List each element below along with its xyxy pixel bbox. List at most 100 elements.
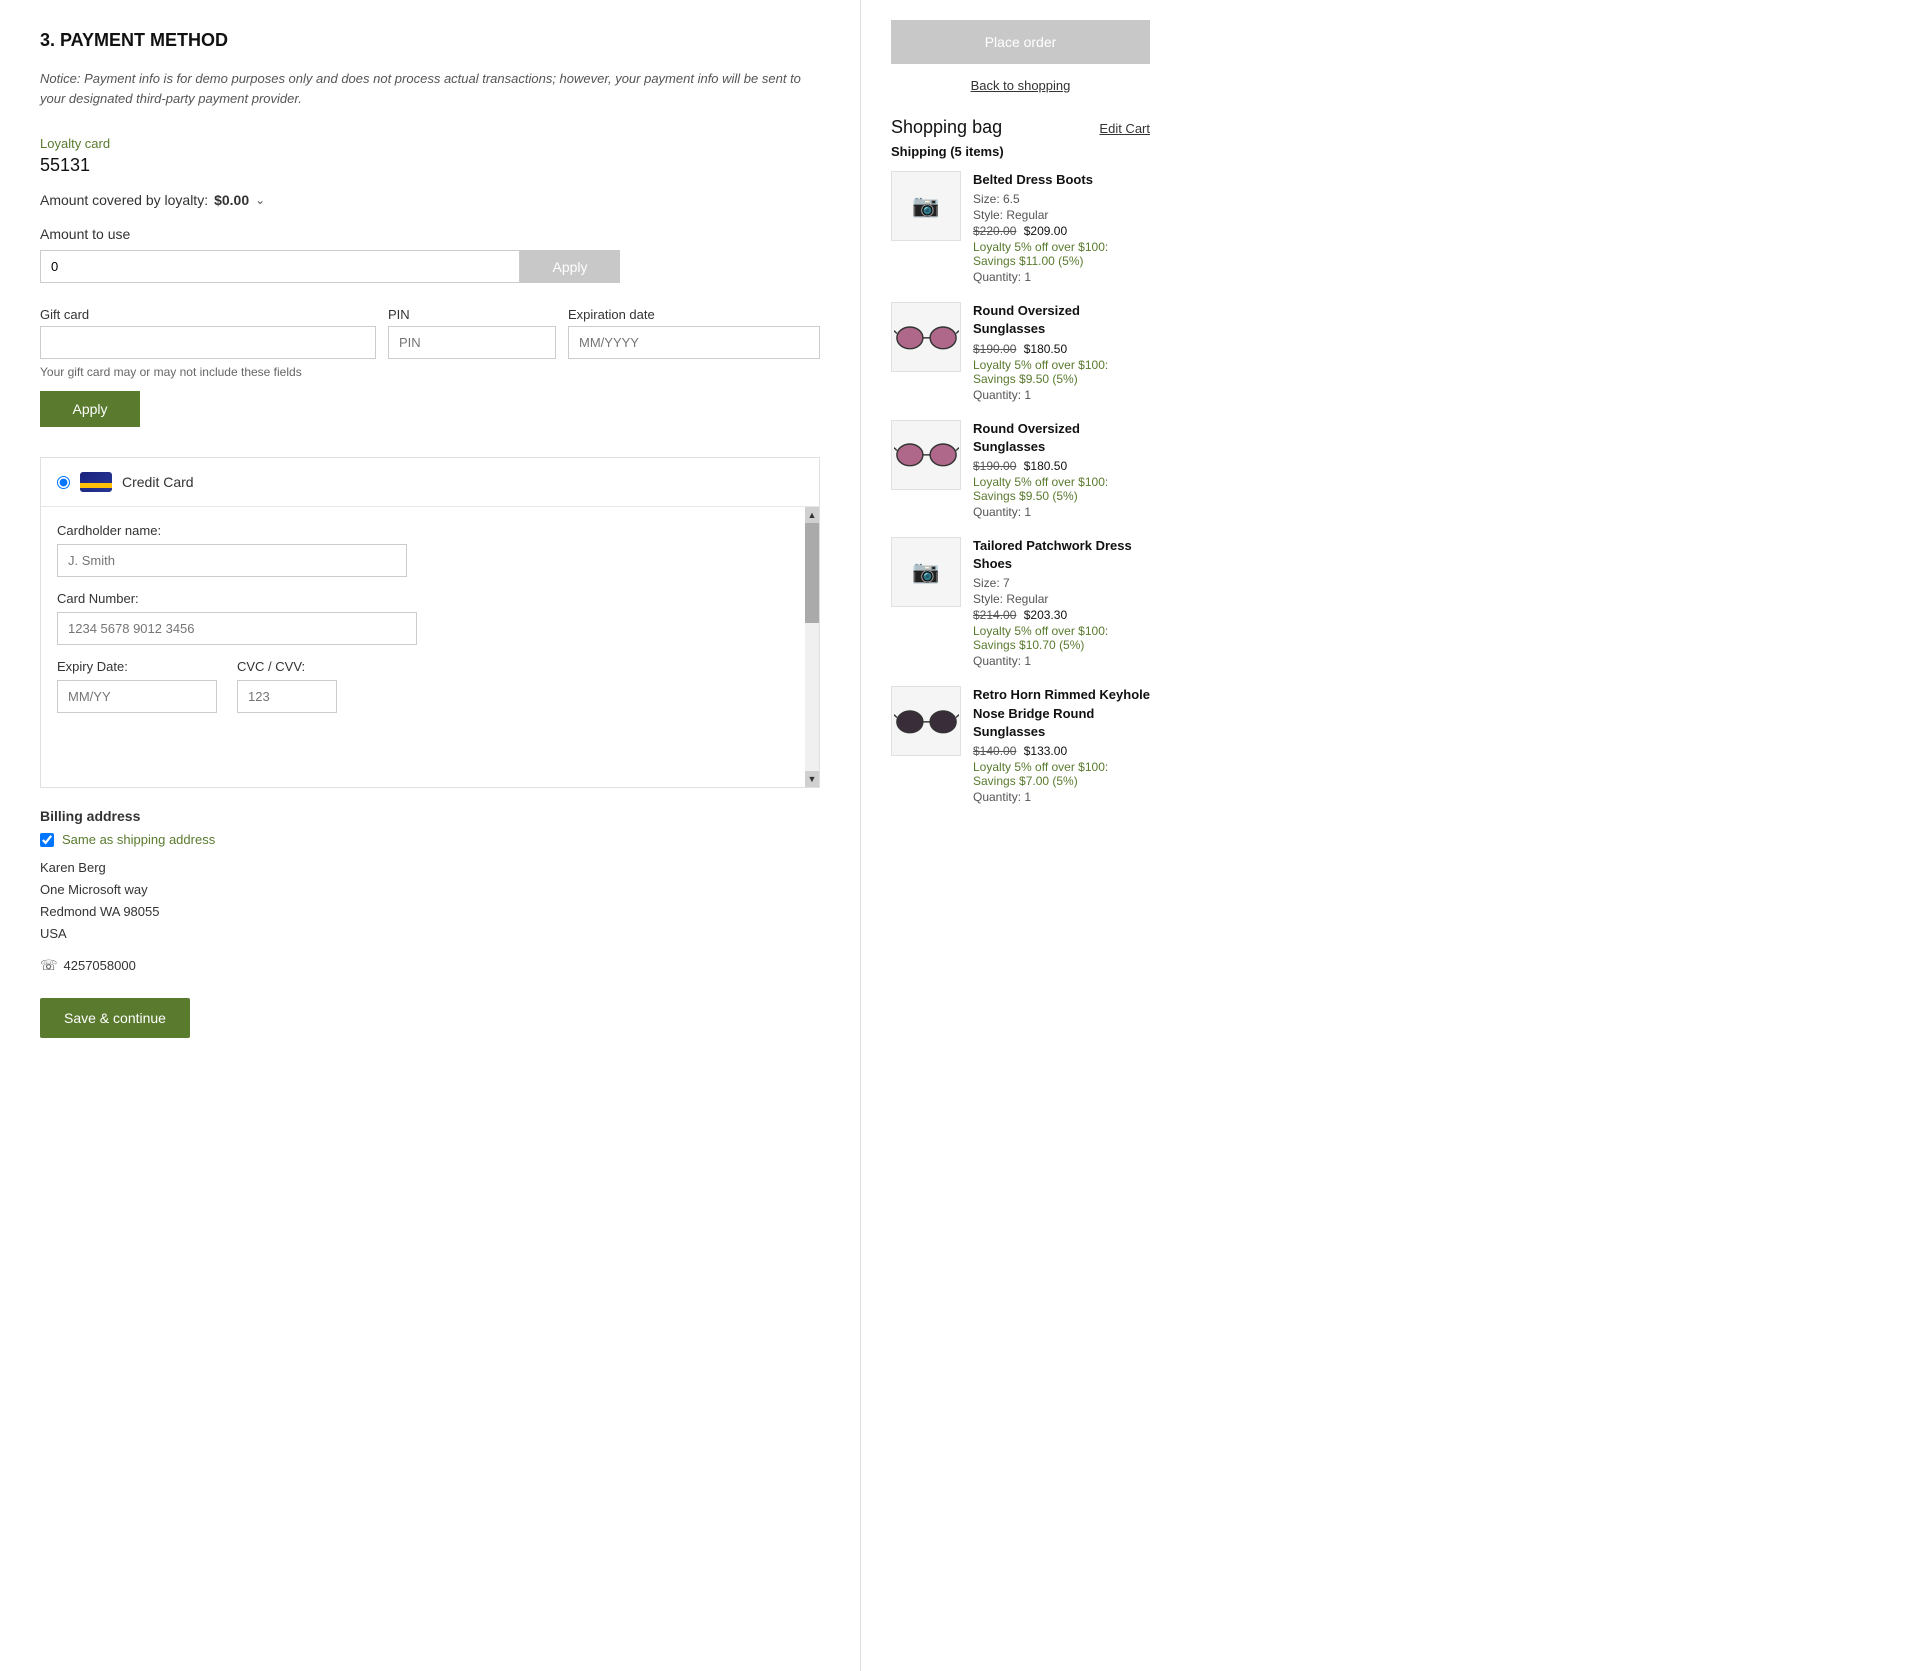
item-style: Style: Regular [973, 592, 1150, 606]
card-number-group: Card Number: [57, 591, 789, 645]
amount-to-use-input[interactable] [40, 250, 520, 283]
gift-card-row: Gift card PIN Expiration date [40, 307, 820, 359]
amount-covered-value: $0.00 [214, 192, 249, 208]
loyalty-savings: Loyalty 5% off over $100: Savings $9.50 … [973, 475, 1150, 503]
billing-address-line1: One Microsoft way [40, 879, 820, 901]
gift-card-expiry-field: Expiration date [568, 307, 820, 359]
scroll-up-button[interactable]: ▲ [805, 507, 819, 523]
pin-input[interactable] [388, 326, 556, 359]
sale-price: $203.30 [1024, 608, 1067, 622]
cart-items-list: 📷 Belted Dress Boots Size: 6.5 Style: Reg… [891, 171, 1150, 804]
item-size: Size: 6.5 [973, 192, 1150, 206]
cart-item: 📷 Tailored Patchwork Dress Shoes Size: 7… [891, 537, 1150, 668]
cardholder-label: Cardholder name: [57, 523, 789, 538]
item-image [891, 686, 961, 756]
cart-item: Round Oversized Sunglasses $190.00 $180.… [891, 302, 1150, 401]
amount-covered-row: Amount covered by loyalty: $0.00 ⌄ [40, 192, 820, 208]
same-as-shipping-row[interactable]: Same as shipping address [40, 832, 820, 847]
pin-label: PIN [388, 307, 556, 322]
loyalty-savings: Loyalty 5% off over $100: Savings $11.00… [973, 240, 1150, 268]
item-prices: $214.00 $203.30 [973, 608, 1150, 622]
expiry-label: Expiration date [568, 307, 820, 322]
billing-section: Billing address Same as shipping address… [40, 808, 820, 974]
item-details: Round Oversized Sunglasses $190.00 $180.… [973, 420, 1150, 519]
item-details: Belted Dress Boots Size: 6.5 Style: Regul… [973, 171, 1150, 284]
amount-to-use-row: Apply [40, 250, 820, 283]
payment-option-credit-card[interactable]: Credit Card [41, 458, 819, 507]
item-quantity: Quantity: 1 [973, 654, 1150, 668]
item-prices: $140.00 $133.00 [973, 744, 1150, 758]
scroll-thumb[interactable] [805, 523, 819, 623]
item-name: Round Oversized Sunglasses [973, 420, 1150, 456]
item-name: Tailored Patchwork Dress Shoes [973, 537, 1150, 573]
edit-cart-link[interactable]: Edit Cart [1099, 121, 1150, 136]
original-price: $190.00 [973, 342, 1016, 356]
original-price: $190.00 [973, 459, 1016, 473]
billing-address-line2: Redmond WA 98055 [40, 901, 820, 923]
expiry-date-input[interactable] [57, 680, 217, 713]
section-title: 3. PAYMENT METHOD [40, 30, 820, 51]
card-number-label: Card Number: [57, 591, 789, 606]
billing-address-block: Karen Berg One Microsoft way Redmond WA … [40, 857, 820, 945]
back-to-shopping-link[interactable]: Back to shopping [891, 78, 1150, 93]
item-quantity: Quantity: 1 [973, 790, 1150, 804]
cvc-group: CVC / CVV: [237, 659, 337, 713]
item-name: Retro Horn Rimmed Keyhole Nose Bridge Ro… [973, 686, 1150, 741]
item-quantity: Quantity: 1 [973, 505, 1150, 519]
item-quantity: Quantity: 1 [973, 270, 1150, 284]
sale-price: $180.50 [1024, 342, 1067, 356]
card-number-input[interactable] [57, 612, 417, 645]
item-style: Style: Regular [973, 208, 1150, 222]
payment-option-label: Credit Card [122, 474, 194, 490]
phone-icon: ☏ [40, 957, 58, 974]
gift-card-input[interactable] [40, 326, 376, 359]
item-image: 📷 [891, 537, 961, 607]
item-name: Belted Dress Boots [973, 171, 1150, 189]
item-details: Tailored Patchwork Dress Shoes Size: 7St… [973, 537, 1150, 668]
shopping-bag-title: Shopping bag [891, 117, 1002, 138]
billing-country: USA [40, 923, 820, 945]
expiry-date-label: Expiry Date: [57, 659, 217, 674]
gift-card-expiry-input[interactable] [568, 326, 820, 359]
same-as-shipping-label: Same as shipping address [62, 832, 215, 847]
amount-covered-label: Amount covered by loyalty: [40, 192, 208, 208]
item-quantity: Quantity: 1 [973, 388, 1150, 402]
item-image [891, 302, 961, 372]
item-details: Retro Horn Rimmed Keyhole Nose Bridge Ro… [973, 686, 1150, 804]
amount-to-use-label: Amount to use [40, 226, 820, 242]
save-continue-button[interactable]: Save & continue [40, 998, 190, 1038]
item-prices: $220.00 $209.00 [973, 224, 1150, 238]
expiry-group: Expiry Date: [57, 659, 217, 713]
gift-card-field: Gift card [40, 307, 376, 359]
item-image: 📷 [891, 171, 961, 241]
gift-card-apply-button[interactable]: Apply [40, 391, 140, 427]
sale-price: $133.00 [1024, 744, 1067, 758]
loyalty-apply-button[interactable]: Apply [520, 250, 620, 283]
item-name: Round Oversized Sunglasses [973, 302, 1150, 338]
expiry-cvc-group: Expiry Date: CVC / CVV: [57, 659, 789, 713]
scroll-down-button[interactable]: ▼ [805, 771, 819, 787]
credit-card-radio[interactable] [57, 476, 70, 489]
cardholder-input[interactable] [57, 544, 407, 577]
loyalty-card-label: Loyalty card [40, 136, 820, 151]
cvc-input[interactable] [237, 680, 337, 713]
phone-number: 4257058000 [64, 958, 136, 973]
loyalty-savings: Loyalty 5% off over $100: Savings $9.50 … [973, 358, 1150, 386]
original-price: $220.00 [973, 224, 1016, 238]
gift-card-note: Your gift card may or may not include th… [40, 365, 820, 379]
loyalty-savings: Loyalty 5% off over $100: Savings $10.70… [973, 624, 1150, 652]
pin-field: PIN [388, 307, 556, 359]
sale-price: $209.00 [1024, 224, 1067, 238]
notice-text: Notice: Payment info is for demo purpose… [40, 69, 820, 108]
cart-item: Retro Horn Rimmed Keyhole Nose Bridge Ro… [891, 686, 1150, 804]
payment-form: Cardholder name: Card Number: Expiry Dat… [41, 507, 805, 787]
chevron-down-icon[interactable]: ⌄ [255, 193, 265, 207]
loyalty-savings: Loyalty 5% off over $100: Savings $7.00 … [973, 760, 1150, 788]
place-order-button[interactable]: Place order [891, 20, 1150, 64]
item-prices: $190.00 $180.50 [973, 459, 1150, 473]
credit-card-icon [80, 472, 112, 492]
same-as-shipping-checkbox[interactable] [40, 833, 54, 847]
item-prices: $190.00 $180.50 [973, 342, 1150, 356]
billing-name: Karen Berg [40, 857, 820, 879]
cart-item: 📷 Belted Dress Boots Size: 6.5 Style: Reg… [891, 171, 1150, 284]
